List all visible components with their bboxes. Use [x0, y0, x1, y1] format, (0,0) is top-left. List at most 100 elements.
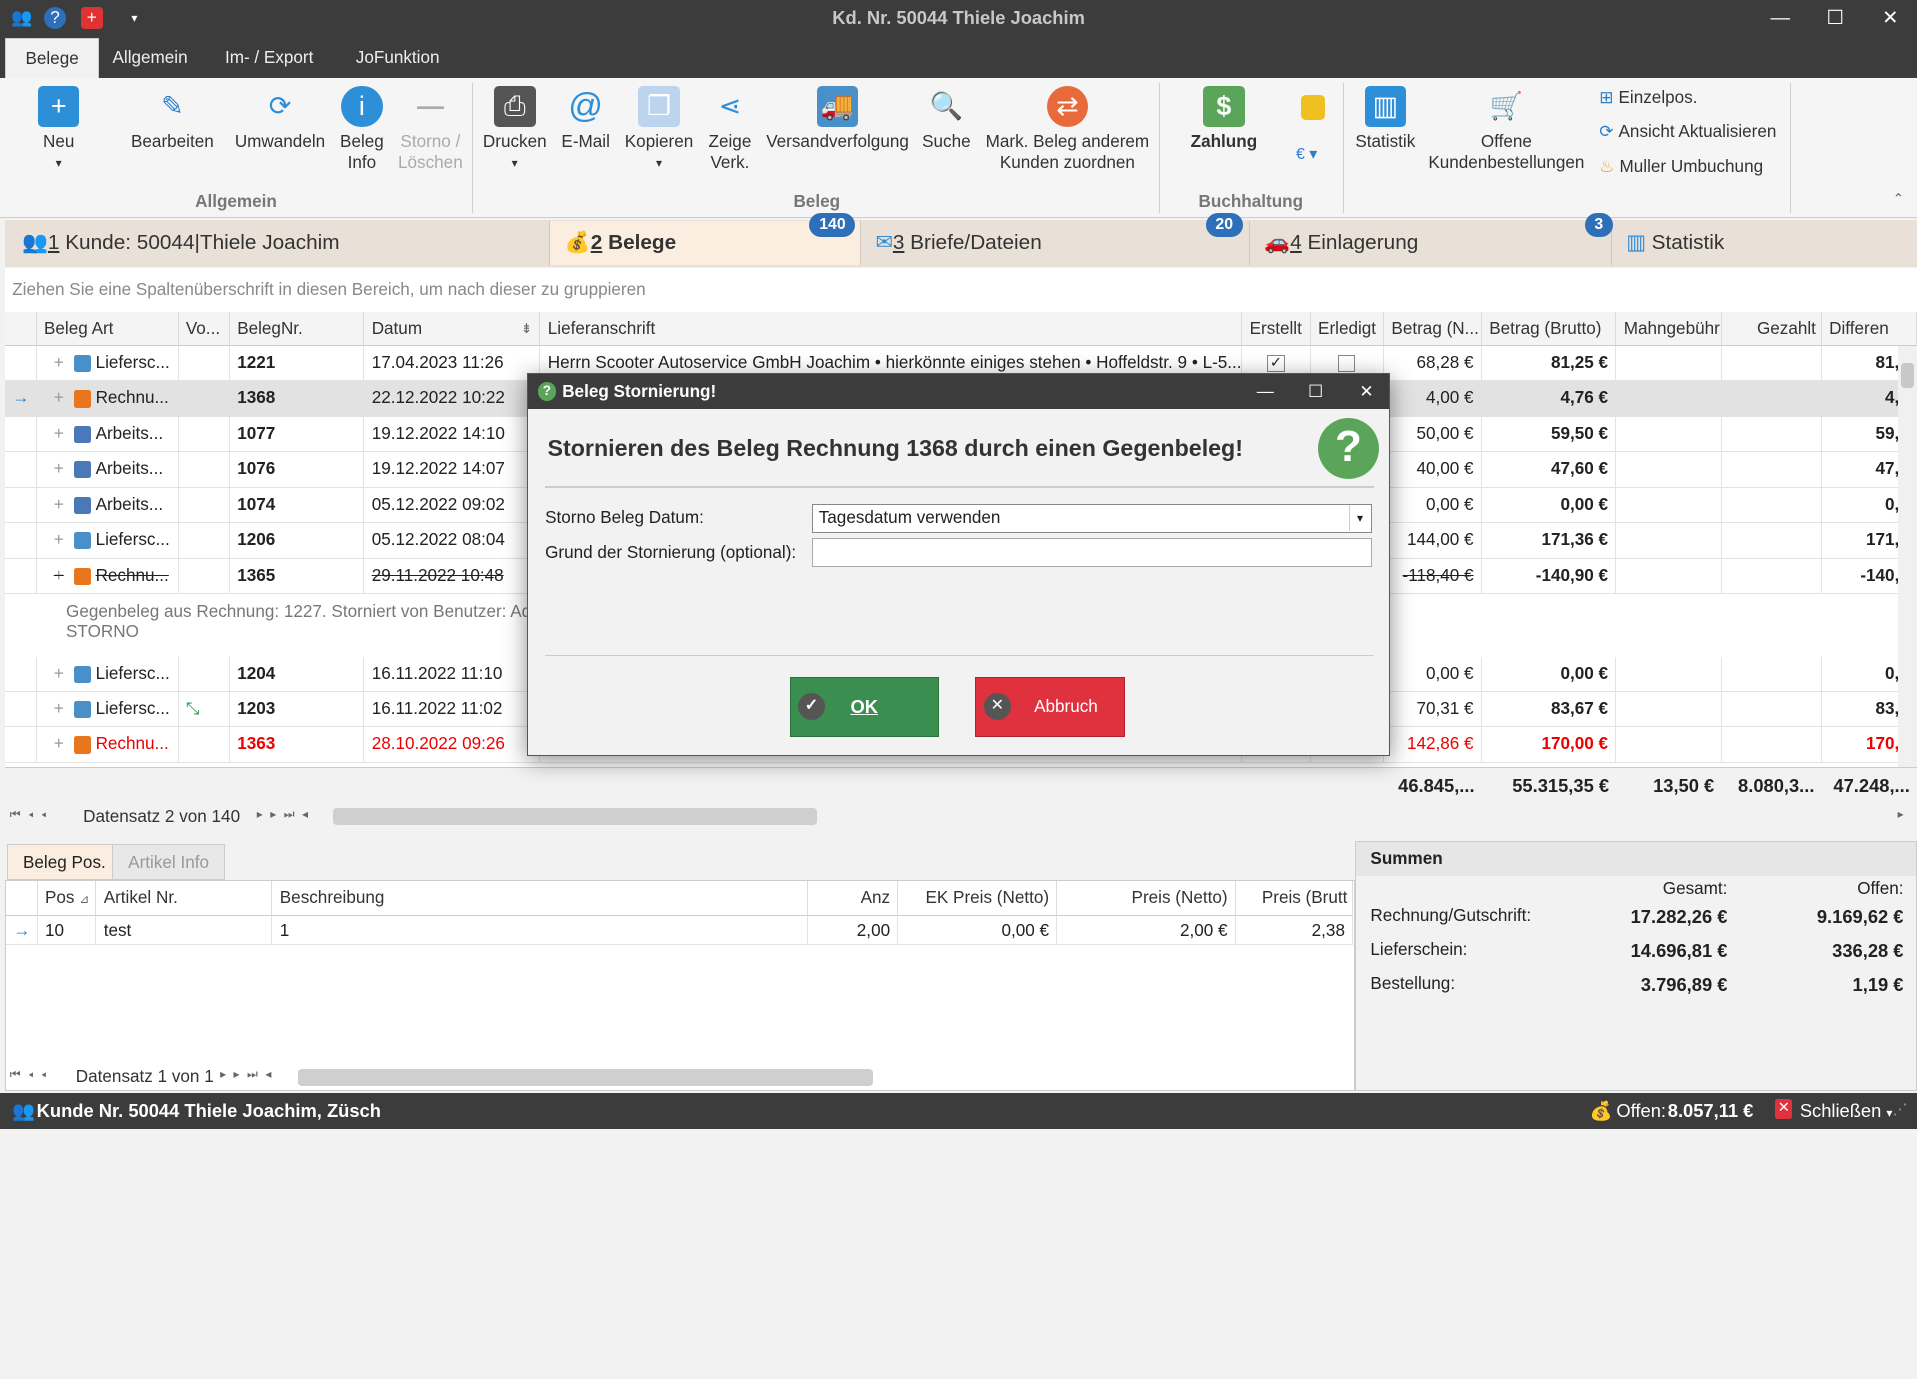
expand-icon[interactable]: +: [54, 495, 64, 514]
ansicht-aktualisieren-button[interactable]: ⟳ Ansicht Aktualisieren: [1599, 122, 1776, 142]
datum-cell[interactable]: 05.12.2022 09:02: [364, 487, 541, 523]
col-anz[interactable]: Anz: [807, 881, 899, 916]
resize-grip-icon[interactable]: ⋰: [1893, 1093, 1908, 1128]
row-indicator[interactable]: [5, 487, 37, 523]
schliessen-button[interactable]: Schließen ▾: [1800, 1093, 1893, 1131]
betrag-netto-cell[interactable]: 0,00 €: [1384, 656, 1482, 691]
col-betrag-brutto[interactable]: Betrag (Brutto): [1481, 311, 1617, 347]
positions-nav-first-prev[interactable]: ⏮◂◂: [10, 1067, 54, 1082]
record-nav-first-prev[interactable]: ⏮◂◂: [10, 807, 54, 822]
beschreibung-cell[interactable]: 1: [272, 915, 808, 945]
col-preis-netto[interactable]: Preis (Netto): [1057, 881, 1236, 916]
col-erstellt[interactable]: Erstellt: [1242, 311, 1311, 347]
muller-umbuchung-button[interactable]: ♨ Muller Umbuchung: [1599, 157, 1763, 177]
vo-cell[interactable]: [179, 416, 230, 452]
row-indicator[interactable]: [5, 416, 37, 452]
scrollbar-thumb[interactable]: [1901, 363, 1914, 388]
col-differenz[interactable]: Differen: [1821, 311, 1917, 347]
close-icon[interactable]: ✕: [1775, 1099, 1793, 1119]
menu-allgemein[interactable]: Allgemein: [93, 38, 207, 78]
tab-einlagerung[interactable]: 🚗4 Einlagerung: [1250, 221, 1612, 266]
gezahlt-cell[interactable]: [1722, 416, 1822, 452]
dialog-minimize-button[interactable]: —: [1257, 374, 1274, 409]
gezahlt-cell[interactable]: [1722, 346, 1822, 381]
expand-icon[interactable]: +: [54, 353, 64, 372]
expand-icon[interactable]: +: [54, 459, 64, 478]
row-indicator[interactable]: →: [5, 381, 37, 416]
expand-icon[interactable]: +: [54, 699, 64, 718]
betrag-netto-cell[interactable]: -118,40 €: [1384, 558, 1482, 593]
mahngebuehr-cell[interactable]: [1616, 523, 1722, 558]
datum-cell[interactable]: 05.12.2022 08:04: [364, 523, 541, 558]
mahngebuehr-cell[interactable]: [1616, 452, 1722, 487]
gezahlt-cell[interactable]: [1722, 523, 1822, 558]
expand-icon[interactable]: +: [54, 664, 64, 683]
vo-cell[interactable]: [179, 487, 230, 523]
mark-beleg-button[interactable]: ⇄ Mark. Beleg anderem Kunden zuordnen: [983, 85, 1152, 174]
betrag-netto-cell[interactable]: 0,00 €: [1384, 487, 1482, 523]
vo-cell[interactable]: [179, 727, 230, 762]
beleg-art-cell[interactable]: + Liefersc...: [37, 692, 179, 727]
col-lieferanschrift[interactable]: Lieferanschrift: [540, 311, 1243, 347]
offene-kundenbestellungen-button[interactable]: 🛒 Offene Kundenbestellungen: [1428, 86, 1585, 174]
vo-cell[interactable]: [179, 656, 230, 691]
belegnr-cell[interactable]: 1076: [230, 452, 365, 487]
erstellt-checkbox[interactable]: ✓: [1267, 354, 1285, 373]
abbruch-button[interactable]: ✕ Abbruch: [975, 677, 1125, 738]
mahngebuehr-cell[interactable]: [1616, 416, 1722, 452]
versandverfolgung-button[interactable]: 🚚 Versandverfolgung: [765, 85, 909, 153]
betrag-brutto-cell[interactable]: 83,67 €: [1482, 692, 1617, 727]
beleg-art-cell[interactable]: + Liefersc...: [37, 523, 179, 558]
gezahlt-cell[interactable]: [1722, 487, 1822, 523]
datum-cell[interactable]: 19.12.2022 14:10: [364, 416, 541, 452]
vo-cell[interactable]: [179, 558, 230, 593]
betrag-netto-cell[interactable]: 144,00 €: [1384, 523, 1482, 558]
mahngebuehr-cell[interactable]: [1616, 346, 1722, 381]
vo-cell[interactable]: [179, 452, 230, 487]
datum-cell[interactable]: 19.12.2022 14:07: [364, 452, 541, 487]
umwandeln-button[interactable]: ⟳ Umwandeln: [232, 86, 327, 153]
neu-button[interactable]: + Neu ▾: [27, 85, 91, 174]
beleg-art-cell[interactable]: + Liefersc...: [37, 656, 179, 691]
mahngebuehr-cell[interactable]: [1616, 692, 1722, 727]
beleg-art-cell[interactable]: + Arbeits...: [37, 452, 179, 487]
row-indicator[interactable]: [5, 727, 37, 762]
betrag-netto-cell[interactable]: 70,31 €: [1384, 692, 1482, 727]
swiss-flag-icon[interactable]: +: [80, 7, 103, 30]
menu-im-export[interactable]: Im- / Export: [205, 38, 333, 78]
anz-cell[interactable]: 2,00: [808, 915, 899, 945]
storno-loeschen-button[interactable]: — Storno / Löschen: [396, 86, 464, 174]
ribbon-collapse-icon[interactable]: ⌃: [1893, 191, 1904, 207]
belegnr-cell[interactable]: 1363: [230, 727, 365, 762]
mahngebuehr-cell[interactable]: [1616, 558, 1722, 593]
datum-cell[interactable]: 29.11.2022 10:48: [364, 558, 541, 593]
col-beschreibung[interactable]: Beschreibung: [272, 881, 808, 916]
currency-dropdown-icon[interactable]: € ▾: [1296, 144, 1330, 166]
belegnr-cell[interactable]: 1077: [230, 416, 365, 452]
kopieren-button[interactable]: ❐ Kopieren ▾: [624, 85, 695, 174]
minimize-button[interactable]: —: [1756, 5, 1805, 32]
ek-preis-cell[interactable]: 0,00 €: [898, 915, 1058, 945]
betrag-brutto-cell[interactable]: 0,00 €: [1482, 487, 1617, 523]
betrag-netto-cell[interactable]: 68,28 €: [1384, 346, 1482, 381]
col-vo[interactable]: Vo...: [178, 311, 230, 347]
vo-cell[interactable]: [179, 381, 230, 416]
datum-cell[interactable]: 17.04.2023 11:26: [364, 346, 541, 381]
beleg-art-cell[interactable]: + Liefersc...: [37, 346, 179, 381]
betrag-netto-cell[interactable]: 4,00 €: [1384, 381, 1482, 416]
col-betrag-netto[interactable]: Betrag (N...: [1384, 311, 1482, 347]
bearbeiten-button[interactable]: ✎ Bearbeiten: [127, 86, 217, 153]
tab-statistik[interactable]: ▥ Statistik: [1612, 221, 1915, 265]
mahngebuehr-cell[interactable]: [1616, 727, 1722, 762]
betrag-netto-cell[interactable]: 40,00 €: [1384, 452, 1482, 487]
artikel-cell[interactable]: test: [96, 915, 273, 945]
gezahlt-cell[interactable]: [1722, 558, 1822, 593]
einzelpos-button[interactable]: ⊞ Einzelpos.: [1599, 88, 1697, 108]
datum-cell[interactable]: 16.11.2022 11:10: [364, 656, 541, 691]
betrag-brutto-cell[interactable]: 47,60 €: [1482, 452, 1617, 487]
record-nav-next-last[interactable]: ▸▸⏭◂: [257, 807, 316, 822]
gezahlt-cell[interactable]: [1722, 656, 1822, 691]
col-erledigt[interactable]: Erledigt: [1310, 311, 1385, 347]
beleg-art-cell[interactable]: + Rechnu...: [37, 558, 179, 593]
menu-jofunktion[interactable]: JoFunktion: [336, 38, 459, 78]
